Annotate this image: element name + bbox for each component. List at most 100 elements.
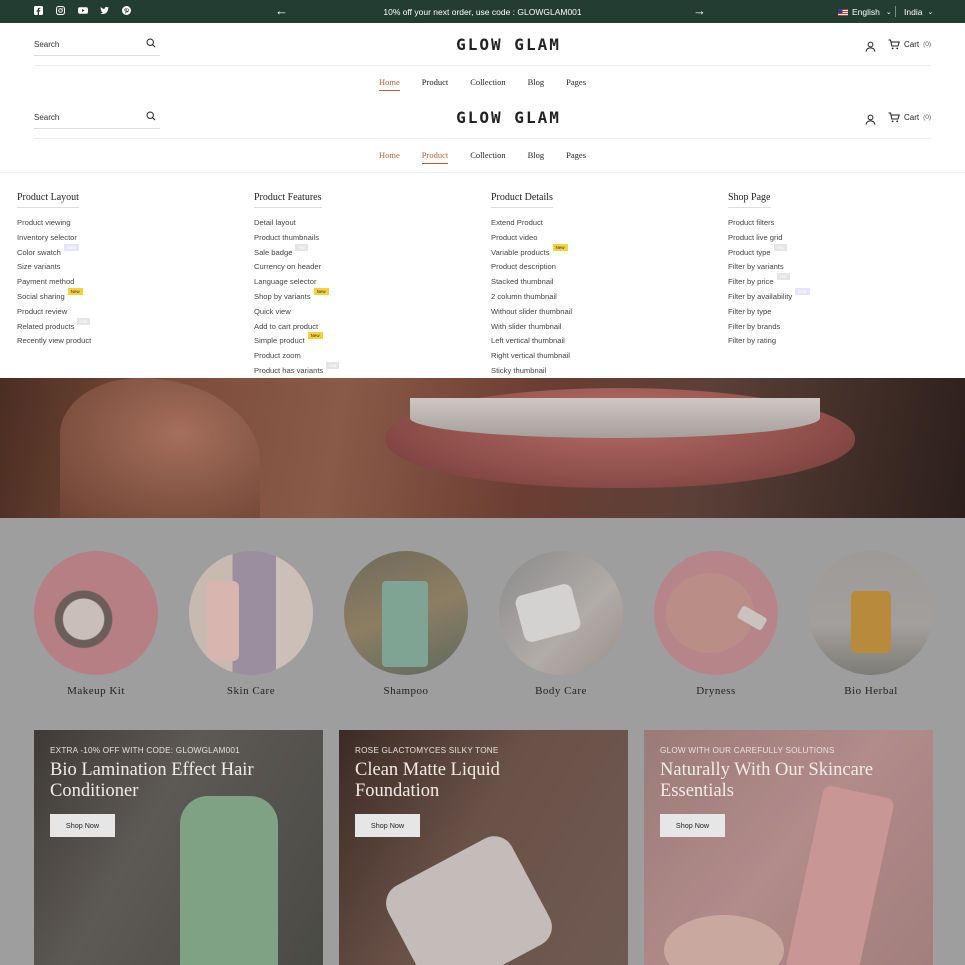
mega-column-product-features: Product Features Detail layout Product th… — [254, 187, 340, 380]
menu-link[interactable]: Without slider thumbnail — [491, 306, 572, 321]
shop-now-button[interactable]: Shop Now — [660, 814, 725, 837]
menu-link[interactable]: Recently view product — [17, 335, 91, 350]
nav-blog[interactable]: Blog — [528, 77, 545, 87]
menu-link[interactable]: Detail layout — [254, 217, 339, 232]
site-logo[interactable]: GLOW GLAM — [0, 108, 965, 127]
menu-link[interactable]: Add to cart product — [254, 321, 339, 336]
menu-link[interactable]: Shop by variants New — [254, 287, 339, 306]
menu-link-label: Filter by rating — [728, 336, 777, 346]
cart-icon — [888, 112, 900, 123]
menu-link-label: Filter by availability — [728, 291, 793, 301]
menu-badge-new: New — [552, 243, 568, 251]
menu-link[interactable]: Sale badge Hot — [254, 243, 339, 262]
country-label: India — [904, 7, 923, 17]
promo-title: Naturally With Our Skincare Essentials — [660, 760, 874, 801]
cart-label: Cart — [904, 40, 920, 49]
category-bio-herbal[interactable]: Bio Herbal — [809, 551, 933, 697]
menu-link[interactable]: Quick view — [254, 306, 339, 321]
cart-count: (0) — [923, 114, 932, 121]
menu-link[interactable]: Stacked thumbnail — [491, 276, 572, 291]
shop-now-button[interactable]: Shop Now — [355, 814, 420, 837]
promo-card-skincare[interactable]: GLOW WITH OUR CAREFULLY SOLUTIONS Natura… — [644, 730, 933, 965]
menu-link-label: Sticky thumbnail — [491, 365, 547, 375]
account-icon[interactable] — [865, 39, 876, 57]
menu-link[interactable]: Social sharing New — [17, 287, 91, 306]
cart-link[interactable]: Cart (0) — [888, 39, 931, 50]
menu-link[interactable]: Filter by availability Sale — [728, 287, 811, 306]
next-announcement-arrow-icon[interactable]: → — [693, 4, 706, 17]
menu-link[interactable]: Filter by brands — [728, 321, 810, 336]
promo-card-foundation[interactable]: ROSE GLACTOMYCES SILKY TONE Clean Matte … — [339, 730, 628, 965]
column-links: Product filters Product live grid Product … — [728, 217, 811, 350]
menu-link[interactable]: Color swatch Sale — [17, 243, 91, 262]
category-dryness[interactable]: Dryness — [654, 551, 778, 697]
menu-link-label: Currency on header — [254, 262, 322, 272]
menu-link[interactable]: Product description — [491, 261, 572, 276]
menu-link[interactable]: Product live grid — [728, 232, 810, 247]
hero-teeth-shape — [410, 398, 820, 438]
divider — [895, 6, 896, 17]
menu-link[interactable]: Right vertical thumbnail — [491, 350, 572, 365]
menu-link[interactable]: Variable products New — [491, 243, 572, 262]
category-image — [34, 551, 158, 675]
menu-link[interactable]: Product has variants Hot — [254, 361, 340, 380]
menu-link[interactable]: Product viewing — [17, 217, 91, 232]
menu-link-label: Product video — [491, 232, 538, 242]
menu-link-label: Language selector — [254, 277, 317, 287]
chevron-down-icon: ⌄ — [927, 9, 934, 16]
account-icon[interactable] — [865, 112, 876, 130]
site-logo[interactable]: GLOW GLAM — [0, 35, 965, 54]
language-selector[interactable]: English ⌄ — [838, 7, 892, 17]
menu-link[interactable]: Filter by rating — [728, 335, 810, 350]
cart-icon — [888, 39, 900, 50]
hero-banner-image — [0, 378, 965, 518]
nav-collection[interactable]: Collection — [470, 150, 505, 160]
product-serum — [851, 591, 891, 653]
menu-link[interactable]: Sticky thumbnail — [491, 365, 572, 380]
menu-link-label: Product zoom — [254, 351, 301, 361]
nav-pages[interactable]: Pages — [566, 77, 586, 87]
menu-link[interactable]: Product filters — [728, 217, 810, 232]
product-jar — [513, 582, 583, 644]
nav-product[interactable]: Product — [421, 150, 449, 164]
category-skin-care[interactable]: Skin Care — [189, 551, 313, 697]
category-label: Body Care — [535, 685, 587, 697]
menu-link[interactable]: Simple product New — [254, 332, 339, 350]
menu-link[interactable]: Currency on header — [254, 261, 339, 276]
nav-home[interactable]: Home — [378, 77, 400, 91]
menu-link-label: Color swatch — [17, 247, 61, 257]
product-tube — [379, 829, 559, 965]
nav-blog[interactable]: Blog — [528, 150, 545, 160]
category-body-care[interactable]: Body Care — [499, 551, 623, 697]
chevron-down-icon: ⌄ — [885, 9, 892, 16]
announcement-text: 10% off your next order, use code : GLOW… — [383, 7, 582, 17]
site-header: Search GLOW GLAM Cart (0) Home Product C… — [0, 23, 965, 98]
menu-link-label: Stacked thumbnail — [491, 277, 554, 287]
promo-card-hair-conditioner[interactable]: EXTRA -10% OFF WITH CODE: GLOWGLAM001 Bi… — [34, 730, 323, 965]
category-makeup-kit[interactable]: Makeup Kit — [34, 551, 158, 697]
nav-collection[interactable]: Collection — [470, 77, 505, 87]
menu-link[interactable]: Related products Hot — [17, 317, 91, 336]
promo-tag: ROSE GLACTOMYCES SILKY TONE — [355, 746, 499, 755]
menu-link[interactable]: Left vertical thumbnail — [491, 335, 572, 350]
menu-link[interactable]: Filter by type — [728, 306, 810, 321]
category-shampoo[interactable]: Shampoo — [344, 551, 468, 697]
product-mega-menu: Product Layout Product viewing Inventory … — [0, 172, 965, 378]
menu-badge-sale: Sale — [795, 287, 811, 295]
menu-link[interactable]: Extend Product — [491, 217, 572, 232]
nav-pages[interactable]: Pages — [566, 150, 586, 160]
country-selector[interactable]: India ⌄ — [904, 7, 933, 17]
menu-link[interactable]: 2 column thumbnail — [491, 291, 572, 306]
menu-link[interactable]: Size variants — [17, 261, 91, 276]
menu-link[interactable]: Filter by variants — [728, 261, 810, 276]
shop-now-button[interactable]: Shop Now — [50, 814, 115, 837]
nav-home[interactable]: Home — [379, 150, 400, 160]
nav-product[interactable]: Product — [422, 77, 448, 87]
cart-link[interactable]: Cart (0) — [888, 112, 931, 123]
menu-link[interactable]: With slider thumbnail — [491, 321, 572, 336]
menu-link-label: Sale badge — [254, 247, 293, 257]
menu-link[interactable]: Product type Hot — [728, 243, 810, 262]
menu-link[interactable]: Inventory selector — [17, 232, 91, 247]
language-label: English — [852, 7, 880, 17]
menu-link-label: Filter by type — [728, 306, 772, 316]
